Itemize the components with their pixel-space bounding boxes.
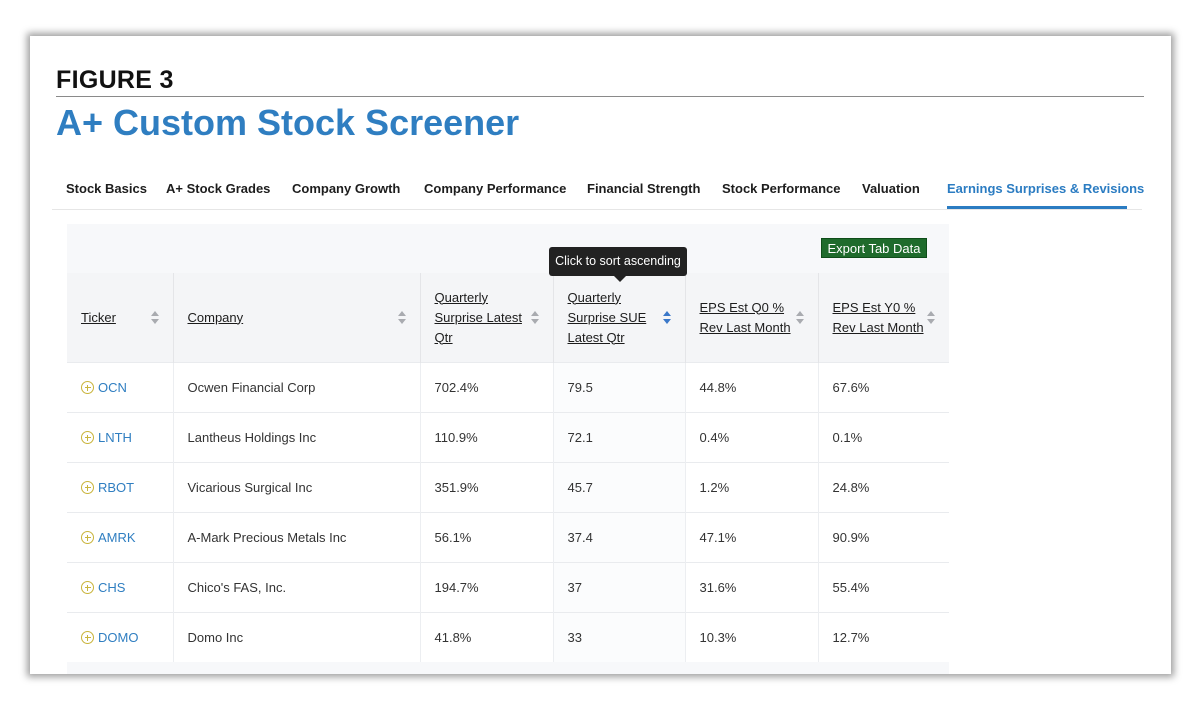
ticker-cell[interactable]: LNTH <box>67 412 174 463</box>
eps-y0-cell: 67.6% <box>818 362 949 413</box>
tooltip-arrow <box>614 276 626 282</box>
tab-stock-basics[interactable]: Stock Basics <box>66 181 147 196</box>
ticker-link[interactable]: CHS <box>98 580 125 595</box>
ticker-link[interactable]: LNTH <box>98 430 132 445</box>
column-header-label: EPS Est Y0 % Rev Last Month <box>832 299 924 335</box>
company-cell: Ocwen Financial Corp <box>173 362 421 413</box>
tab-stock-performance[interactable]: Stock Performance <box>722 181 841 196</box>
table-row: AMRK A-Mark Precious Metals Inc 56.1% 37… <box>67 512 949 563</box>
eps-y0-cell: 0.1% <box>818 412 949 463</box>
figure-divider <box>56 96 1144 97</box>
sue-cell: 45.7 <box>553 462 686 513</box>
sort-arrows-icon[interactable] <box>662 310 671 325</box>
sort-tooltip: Click to sort ascending <box>549 247 687 276</box>
column-header-label: Ticker <box>81 309 116 325</box>
figure-title: A+ Custom Stock Screener <box>56 102 520 143</box>
surprise-cell: 194.7% <box>420 562 554 613</box>
export-tab-data-button[interactable]: Export Tab Data <box>821 238 927 258</box>
sort-arrows-icon[interactable] <box>150 310 159 325</box>
column-header-ticker[interactable]: Ticker <box>67 273 174 363</box>
tab-stock-grades[interactable]: A+ Stock Grades <box>166 181 270 196</box>
surprise-cell: 41.8% <box>420 612 554 662</box>
table-row: RBOT Vicarious Surgical Inc 351.9% 45.7 … <box>67 462 949 513</box>
company-cell: Vicarious Surgical Inc <box>173 462 421 513</box>
surprise-cell: 351.9% <box>420 462 554 513</box>
sue-cell: 33 <box>553 612 686 662</box>
figure-card: FIGURE 3 A+ Custom Stock Screener Stock … <box>30 36 1171 674</box>
column-header-eps-est-y0[interactable]: EPS Est Y0 % Rev Last Month <box>818 273 949 363</box>
plus-circle-icon[interactable] <box>81 531 94 544</box>
company-cell: Chico's FAS, Inc. <box>173 562 421 613</box>
plus-circle-icon[interactable] <box>81 431 94 444</box>
ticker-cell[interactable]: AMRK <box>67 512 174 563</box>
company-cell: Lantheus Holdings Inc <box>173 412 421 463</box>
eps-q0-cell: 10.3% <box>685 612 819 662</box>
screener-table: Ticker Company Quarterly Surprise Latest… <box>67 273 949 662</box>
column-header-eps-est-q0[interactable]: EPS Est Q0 % Rev Last Month <box>685 273 819 363</box>
eps-y0-cell: 24.8% <box>818 462 949 513</box>
plus-circle-icon[interactable] <box>81 481 94 494</box>
header-row: Ticker Company Quarterly Surprise Latest… <box>67 273 949 363</box>
company-cell: A-Mark Precious Metals Inc <box>173 512 421 563</box>
ticker-cell[interactable]: CHS <box>67 562 174 613</box>
column-header-label: EPS Est Q0 % Rev Last Month <box>699 299 791 335</box>
eps-q0-cell: 1.2% <box>685 462 819 513</box>
ticker-link[interactable]: DOMO <box>98 630 138 645</box>
sort-arrows-icon[interactable] <box>927 310 935 325</box>
eps-q0-cell: 0.4% <box>685 412 819 463</box>
sort-arrows-icon[interactable] <box>530 310 539 325</box>
tab-valuation[interactable]: Valuation <box>862 181 920 196</box>
column-header-label: Quarterly Surprise SUE Latest Qtr <box>567 289 647 345</box>
tab-company-performance[interactable]: Company Performance <box>424 181 566 196</box>
active-tab-indicator <box>947 206 1127 209</box>
table-row: LNTH Lantheus Holdings Inc 110.9% 72.1 0… <box>67 412 949 463</box>
eps-y0-cell: 12.7% <box>818 612 949 662</box>
surprise-cell: 56.1% <box>420 512 554 563</box>
ticker-cell[interactable]: OCN <box>67 362 174 413</box>
eps-q0-cell: 44.8% <box>685 362 819 413</box>
table-row: DOMO Domo Inc 41.8% 33 10.3% 12.7% <box>67 612 949 662</box>
column-header-label: Company <box>187 309 244 325</box>
plus-circle-icon[interactable] <box>81 631 94 644</box>
eps-y0-cell: 55.4% <box>818 562 949 613</box>
table-row: OCN Ocwen Financial Corp 702.4% 79.5 44.… <box>67 362 949 413</box>
company-cell: Domo Inc <box>173 612 421 662</box>
tab-bar: Stock Basics A+ Stock Grades Company Gro… <box>52 172 1144 210</box>
sue-cell: 37.4 <box>553 512 686 563</box>
ticker-link[interactable]: AMRK <box>98 530 136 545</box>
figure-label: FIGURE 3 <box>56 66 174 94</box>
sort-arrows-icon[interactable] <box>397 310 406 325</box>
ticker-link[interactable]: OCN <box>98 380 127 395</box>
eps-y0-cell: 90.9% <box>818 512 949 563</box>
plus-circle-icon[interactable] <box>81 381 94 394</box>
sue-cell: 72.1 <box>553 412 686 463</box>
sue-cell: 37 <box>553 562 686 613</box>
ticker-cell[interactable]: RBOT <box>67 462 174 513</box>
table-row: CHS Chico's FAS, Inc. 194.7% 37 31.6% 55… <box>67 562 949 613</box>
column-header-quarterly-surprise[interactable]: Quarterly Surprise Latest Qtr <box>420 273 554 363</box>
eps-q0-cell: 47.1% <box>685 512 819 563</box>
tab-company-growth[interactable]: Company Growth <box>292 181 400 196</box>
column-header-quarterly-surprise-sue[interactable]: Quarterly Surprise SUE Latest Qtr <box>553 273 686 363</box>
surprise-cell: 702.4% <box>420 362 554 413</box>
column-header-company[interactable]: Company <box>173 273 421 363</box>
surprise-cell: 110.9% <box>420 412 554 463</box>
column-header-label: Quarterly Surprise Latest Qtr <box>434 289 522 345</box>
tab-earnings-surprises-revisions[interactable]: Earnings Surprises & Revisions <box>947 181 1144 196</box>
tab-financial-strength[interactable]: Financial Strength <box>587 181 700 196</box>
sue-cell: 79.5 <box>553 362 686 413</box>
eps-q0-cell: 31.6% <box>685 562 819 613</box>
ticker-cell[interactable]: DOMO <box>67 612 174 662</box>
sort-arrows-icon[interactable] <box>795 310 804 325</box>
ticker-link[interactable]: RBOT <box>98 480 134 495</box>
plus-circle-icon[interactable] <box>81 581 94 594</box>
